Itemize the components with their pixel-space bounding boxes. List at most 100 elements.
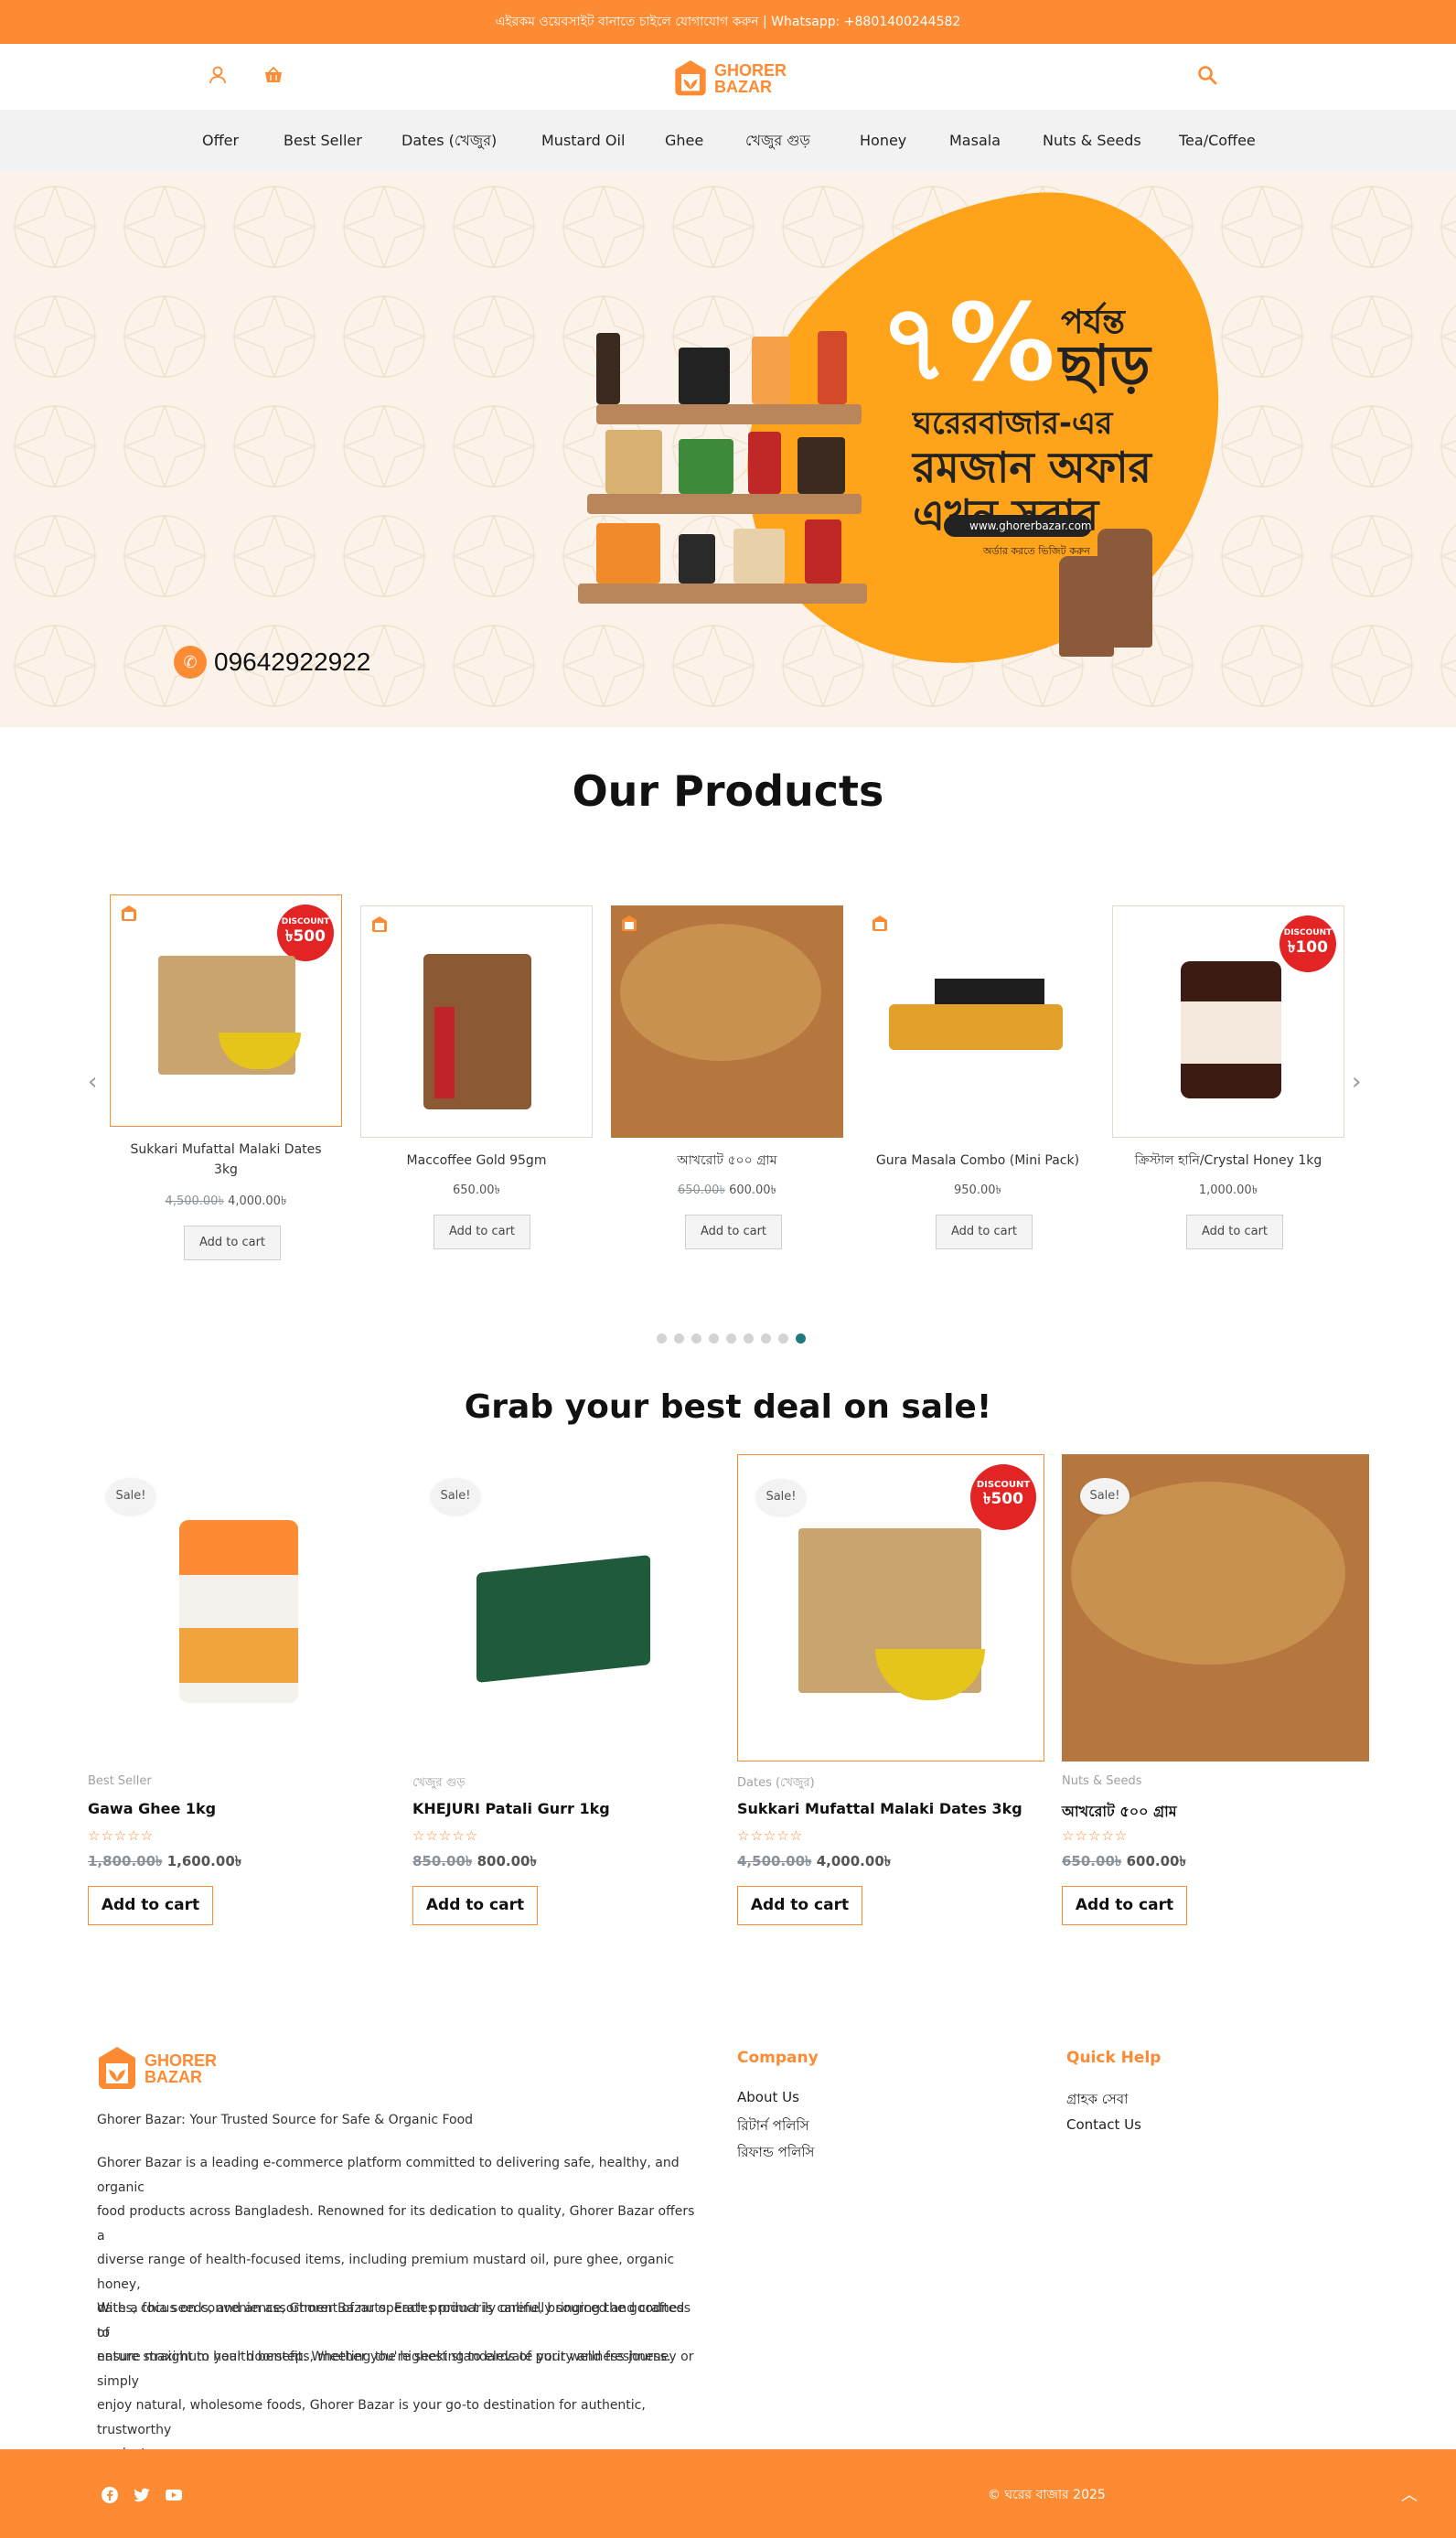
main-nav: Offer Best Seller Dates (খেজুর) Mustard … bbox=[0, 110, 1456, 172]
footer-company-heading: Company bbox=[737, 2049, 819, 2067]
carousel-dot[interactable] bbox=[709, 1333, 719, 1344]
product-card-image[interactable] bbox=[611, 905, 843, 1138]
offer-discount-word: ছাড় bbox=[1059, 332, 1151, 399]
carousel-next-button[interactable]: › bbox=[1352, 1068, 1361, 1096]
nav-item-masala[interactable]: Masala bbox=[949, 110, 1001, 172]
announcement-text: এইরকম ওয়েবসাইট বানাতে চাইলে যোগাযোগ করু… bbox=[495, 15, 961, 29]
hotline[interactable]: ✆ 09642922922 bbox=[174, 646, 370, 679]
add-to-cart-button[interactable]: Add to cart bbox=[737, 1886, 862, 1925]
discount-badge: DISCOUNT ৳500 bbox=[277, 905, 334, 961]
carousel-dots bbox=[657, 1333, 806, 1344]
site-logo[interactable]: GHORER BAZAR bbox=[672, 53, 787, 104]
product-name[interactable]: Gura Masala Combo (Mini Pack) bbox=[862, 1151, 1094, 1171]
product-price: 650.00৳ 600.00৳ bbox=[677, 1183, 777, 1197]
product-name[interactable]: ক্রিস্টাল হানি/Crystal Honey 1kg bbox=[1112, 1151, 1344, 1171]
carousel-dot[interactable] bbox=[761, 1333, 771, 1344]
product-name[interactable]: Maccoffee Gold 95gm bbox=[360, 1151, 593, 1171]
sale-product-image[interactable]: Sale! bbox=[412, 1454, 720, 1762]
ghee-tin-band-image bbox=[179, 1628, 298, 1683]
nav-item-offer[interactable]: Offer bbox=[202, 110, 239, 172]
logo-mark-icon bbox=[99, 2047, 135, 2089]
rating-stars: ☆☆☆☆☆ bbox=[88, 1827, 155, 1844]
discount-badge: DISCOUNT ৳500 bbox=[970, 1464, 1036, 1530]
product-card-image[interactable] bbox=[862, 905, 1094, 1138]
sale-product-name[interactable]: KHEJURI Patali Gurr 1kg bbox=[412, 1800, 610, 1817]
sale-category[interactable]: Nuts & Seeds bbox=[1062, 1774, 1142, 1788]
nav-item-mustard-oil[interactable]: Mustard Oil bbox=[541, 110, 625, 172]
nav-item-best-seller[interactable]: Best Seller bbox=[284, 110, 362, 172]
sale-product-name[interactable]: Sukkari Mufattal Malaki Dates 3kg bbox=[737, 1800, 1022, 1817]
brand-mark-icon bbox=[122, 905, 136, 921]
product-shelves-image bbox=[578, 329, 904, 727]
add-to-cart-button[interactable]: Add to cart bbox=[184, 1226, 281, 1260]
sale-product-image[interactable]: Sale! DISCOUNT ৳500 bbox=[737, 1454, 1044, 1762]
product-card-image[interactable]: DISCOUNT ৳100 bbox=[1112, 905, 1344, 1138]
phone-icon: ✆ bbox=[174, 646, 207, 679]
product-card-image[interactable]: DISCOUNT ৳500 bbox=[110, 894, 342, 1127]
sale-product-image[interactable]: Sale! bbox=[1062, 1454, 1369, 1762]
add-to-cart-button[interactable]: Add to cart bbox=[936, 1215, 1033, 1249]
footer-help-heading: Quick Help bbox=[1066, 2049, 1162, 2067]
copyright-text: © ঘরের বাজার 2025 bbox=[988, 2488, 1106, 2502]
product-card-image[interactable] bbox=[360, 905, 593, 1138]
product-name[interactable]: আখরোট ৫০০ গ্রাম bbox=[611, 1151, 843, 1171]
sale-price: 850.00৳ 800.00৳ bbox=[412, 1853, 537, 1869]
carousel-dot[interactable] bbox=[778, 1333, 788, 1344]
carousel-dot-active[interactable] bbox=[796, 1333, 806, 1344]
nav-item-ghee[interactable]: Ghee bbox=[665, 110, 703, 172]
coffee-label-image bbox=[434, 1007, 455, 1098]
nav-item-tea-coffee[interactable]: Tea/Coffee bbox=[1179, 110, 1256, 172]
sale-price: 4,500.00৳ 4,000.00৳ bbox=[737, 1853, 892, 1869]
offer-percent: ৭% bbox=[880, 282, 1055, 405]
carousel-dot[interactable] bbox=[744, 1333, 754, 1344]
carousel-prev-button[interactable]: ‹ bbox=[88, 1068, 97, 1096]
carousel-dot[interactable] bbox=[691, 1333, 701, 1344]
basket-icon[interactable] bbox=[262, 64, 288, 90]
product-name[interactable]: Sukkari Mufattal Malaki Dates 3kg bbox=[110, 1140, 342, 1180]
add-to-cart-button[interactable]: Add to cart bbox=[88, 1886, 213, 1925]
brand-mark-icon bbox=[873, 916, 887, 931]
footer-tagline: Ghorer Bazar: Your Trusted Source for Sa… bbox=[97, 2113, 474, 2127]
sale-category[interactable]: Best Seller bbox=[88, 1774, 152, 1788]
footer-link-refund-policy[interactable]: রিফান্ড পলিসি bbox=[737, 2142, 814, 2165]
footer-link-return-policy[interactable]: রিটার্ন পলিসি bbox=[737, 2115, 809, 2138]
sale-badge: Sale! bbox=[106, 1478, 155, 1515]
sale-product-name[interactable]: Gawa Ghee 1kg bbox=[88, 1800, 216, 1817]
product-price: 1,000.00৳ bbox=[1198, 1183, 1258, 1197]
twitter-icon[interactable] bbox=[133, 2486, 151, 2504]
add-to-cart-button[interactable]: Add to cart bbox=[434, 1215, 530, 1249]
footer-link-contact[interactable]: Contact Us bbox=[1066, 2116, 1141, 2133]
nav-item-nuts-seeds[interactable]: Nuts & Seeds bbox=[1043, 110, 1141, 172]
sale-product-name[interactable]: আখরোট ৫০০ গ্রাম bbox=[1062, 1800, 1177, 1825]
nav-item-honey[interactable]: Honey bbox=[860, 110, 906, 172]
add-to-cart-button[interactable]: Add to cart bbox=[1186, 1215, 1283, 1249]
sale-category[interactable]: Dates (খেজুর) bbox=[737, 1774, 815, 1794]
footer-about-paragraph-2: With a focus on convenience, Ghorer Baza… bbox=[97, 2301, 694, 2461]
nav-item-khejur-gur[interactable]: খেজুর গুড় bbox=[745, 110, 810, 172]
carousel-dot[interactable] bbox=[674, 1333, 684, 1344]
footer-link-about[interactable]: About Us bbox=[737, 2089, 799, 2105]
sale-product-image[interactable]: Sale! bbox=[88, 1454, 395, 1762]
sale-badge: Sale! bbox=[756, 1479, 806, 1515]
logo-line1: GHORER bbox=[713, 61, 787, 80]
add-to-cart-button[interactable]: Add to cart bbox=[685, 1215, 782, 1249]
rating-stars: ☆☆☆☆☆ bbox=[737, 1827, 804, 1844]
hotline-number: 09642922922 bbox=[214, 648, 371, 676]
rating-stars: ☆☆☆☆☆ bbox=[412, 1827, 479, 1844]
carousel-dot[interactable] bbox=[657, 1333, 667, 1344]
sale-price: 1,800.00৳ 1,600.00৳ bbox=[88, 1853, 242, 1869]
facebook-icon[interactable] bbox=[101, 2486, 119, 2504]
search-icon[interactable] bbox=[1196, 64, 1222, 90]
carousel-dot[interactable] bbox=[726, 1333, 736, 1344]
user-icon[interactable] bbox=[207, 64, 232, 90]
add-to-cart-button[interactable]: Add to cart bbox=[412, 1886, 538, 1925]
nav-item-dates[interactable]: Dates (খেজুর) bbox=[401, 110, 497, 172]
back-to-top-chevron-up-icon[interactable]: ︿ bbox=[1401, 2482, 1418, 2506]
footer-logo[interactable]: GHORER BAZAR bbox=[95, 2045, 217, 2093]
sale-category[interactable]: খেজুর গুড় bbox=[412, 1774, 466, 1794]
sale-badge: Sale! bbox=[1080, 1478, 1129, 1515]
youtube-icon[interactable] bbox=[165, 2486, 183, 2504]
add-to-cart-button[interactable]: Add to cart bbox=[1062, 1886, 1187, 1925]
footer-link-customer-service[interactable]: গ্রাহক সেবা bbox=[1066, 2089, 1128, 2112]
hero-banner[interactable]: ৭% পর্যন্ত ছাড় ঘরেরবাজার-এর রমজান অফার … bbox=[0, 172, 1456, 727]
